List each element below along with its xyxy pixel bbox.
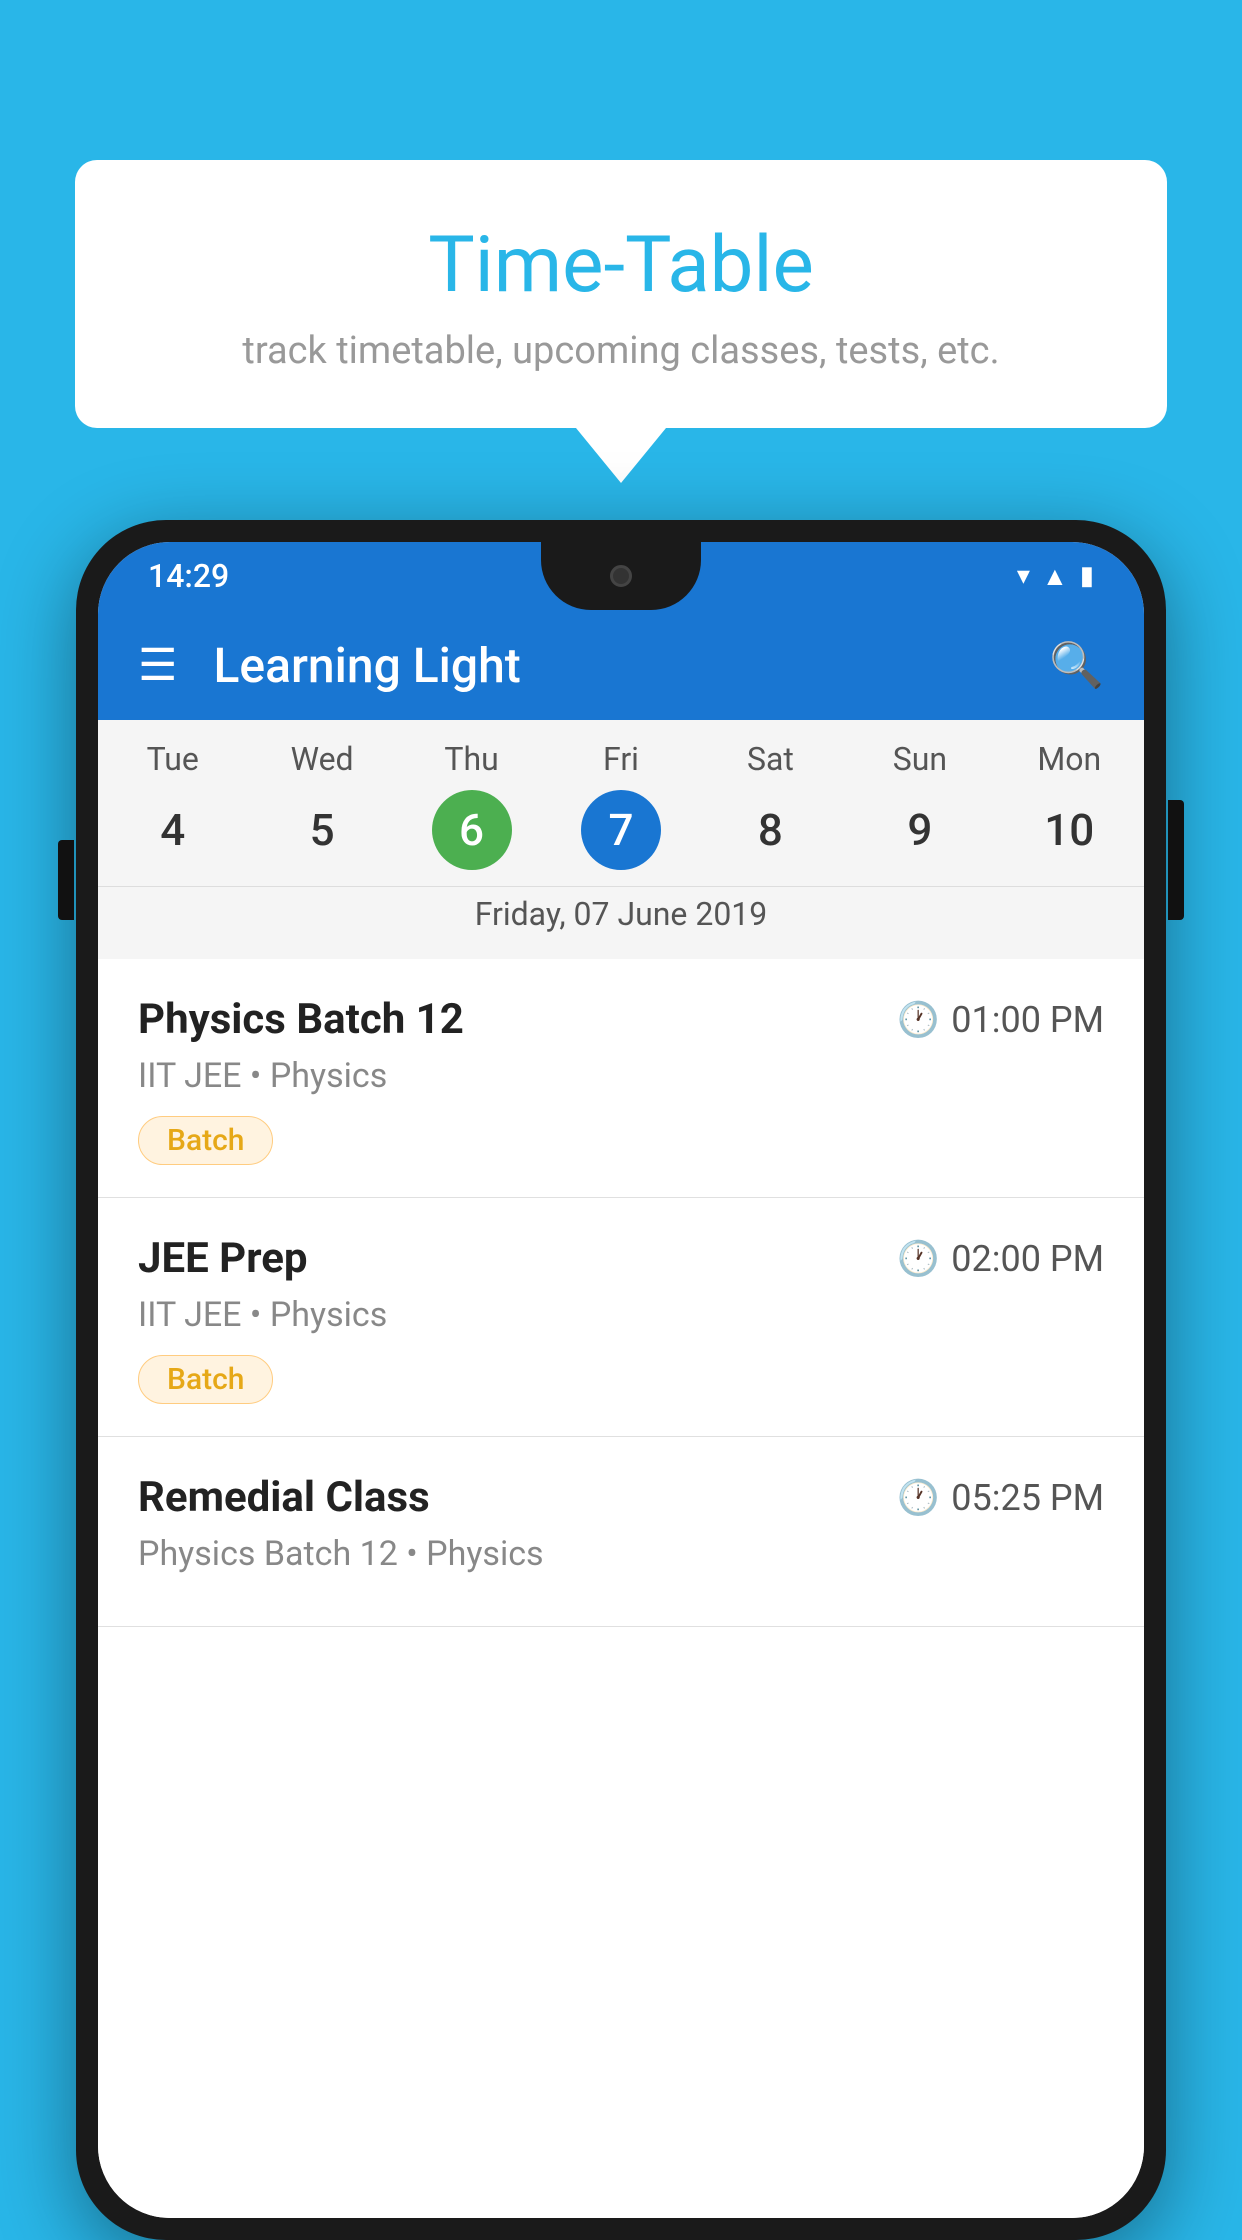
schedule-item-2-time: 🕐 02:00 PM (897, 1238, 1104, 1280)
phone-outer: 14:29 ▾ ▲ ▮ ☰ Learning Light 🔍 (76, 520, 1166, 2240)
schedule-item-1-header: Physics Batch 12 🕐 01:00 PM (138, 995, 1104, 1044)
schedule-item-2[interactable]: JEE Prep 🕐 02:00 PM IIT JEE • Physics Ba… (98, 1198, 1144, 1437)
day-name-thu: Thu (397, 740, 546, 778)
schedule-item-2-title: JEE Prep (138, 1234, 308, 1283)
day-name-mon: Mon (995, 740, 1144, 778)
schedule-item-1-time-text: 01:00 PM (951, 999, 1104, 1041)
clock-icon-1: 🕐 (897, 1000, 939, 1040)
schedule-item-3[interactable]: Remedial Class 🕐 05:25 PM Physics Batch … (98, 1437, 1144, 1627)
day-5[interactable]: 5 (282, 790, 362, 870)
schedule-item-1-title: Physics Batch 12 (138, 995, 464, 1044)
schedule-item-2-header: JEE Prep 🕐 02:00 PM (138, 1234, 1104, 1283)
schedule-item-3-header: Remedial Class 🕐 05:25 PM (138, 1473, 1104, 1522)
schedule-item-2-time-text: 02:00 PM (951, 1238, 1104, 1280)
speech-bubble-wrapper: Time-Table track timetable, upcoming cla… (75, 160, 1167, 483)
phone-screen: 14:29 ▾ ▲ ▮ ☰ Learning Light 🔍 (98, 542, 1144, 2218)
day-10[interactable]: 10 (1029, 790, 1109, 870)
day-7-selected[interactable]: 7 (581, 790, 661, 870)
schedule-item-1[interactable]: Physics Batch 12 🕐 01:00 PM IIT JEE • Ph… (98, 959, 1144, 1198)
phone-notch (541, 542, 701, 610)
schedule-item-3-time: 🕐 05:25 PM (897, 1477, 1104, 1519)
batch-tag-2: Batch (138, 1355, 273, 1404)
schedule-item-3-subtitle: Physics Batch 12 • Physics (138, 1534, 1104, 1574)
batch-tag-1: Batch (138, 1116, 273, 1165)
day-6-today[interactable]: 6 (432, 790, 512, 870)
menu-icon[interactable]: ☰ (138, 643, 177, 687)
app-bar: ☰ Learning Light 🔍 (98, 610, 1144, 720)
day-name-sat: Sat (696, 740, 845, 778)
battery-icon: ▮ (1080, 561, 1094, 591)
selected-date-label: Friday, 07 June 2019 (98, 886, 1144, 951)
camera (610, 565, 632, 587)
schedule-item-1-subtitle: IIT JEE • Physics (138, 1056, 1104, 1096)
day-name-fri: Fri (546, 740, 695, 778)
wifi-icon: ▾ (1017, 561, 1030, 591)
schedule-item-3-title: Remedial Class (138, 1473, 430, 1522)
bubble-arrow (576, 428, 666, 483)
signal-icon: ▲ (1042, 561, 1068, 592)
day-name-sun: Sun (845, 740, 994, 778)
schedule-item-1-time: 🕐 01:00 PM (897, 999, 1104, 1041)
calendar-strip: Tue Wed Thu Fri Sat Sun Mon 4 5 6 7 8 9 … (98, 720, 1144, 959)
speech-bubble-card: Time-Table track timetable, upcoming cla… (75, 160, 1167, 428)
day-9[interactable]: 9 (880, 790, 960, 870)
bubble-title: Time-Table (125, 220, 1117, 311)
day-numbers-row: 4 5 6 7 8 9 10 (98, 790, 1144, 870)
day-8[interactable]: 8 (730, 790, 810, 870)
phone-wrapper: 14:29 ▾ ▲ ▮ ☰ Learning Light 🔍 (75, 520, 1167, 2208)
status-icons: ▾ ▲ ▮ (1017, 561, 1094, 592)
clock-icon-3: 🕐 (897, 1478, 939, 1518)
bubble-subtitle: track timetable, upcoming classes, tests… (125, 329, 1117, 373)
schedule-list[interactable]: Physics Batch 12 🕐 01:00 PM IIT JEE • Ph… (98, 959, 1144, 2218)
schedule-item-2-subtitle: IIT JEE • Physics (138, 1295, 1104, 1335)
app-title: Learning Light (213, 637, 1049, 694)
schedule-item-3-time-text: 05:25 PM (951, 1477, 1104, 1519)
day-name-tue: Tue (98, 740, 247, 778)
day-names-row: Tue Wed Thu Fri Sat Sun Mon (98, 740, 1144, 778)
status-time: 14:29 (148, 557, 229, 595)
clock-icon-2: 🕐 (897, 1239, 939, 1279)
day-name-wed: Wed (247, 740, 396, 778)
search-icon[interactable]: 🔍 (1049, 639, 1104, 691)
day-4[interactable]: 4 (133, 790, 213, 870)
